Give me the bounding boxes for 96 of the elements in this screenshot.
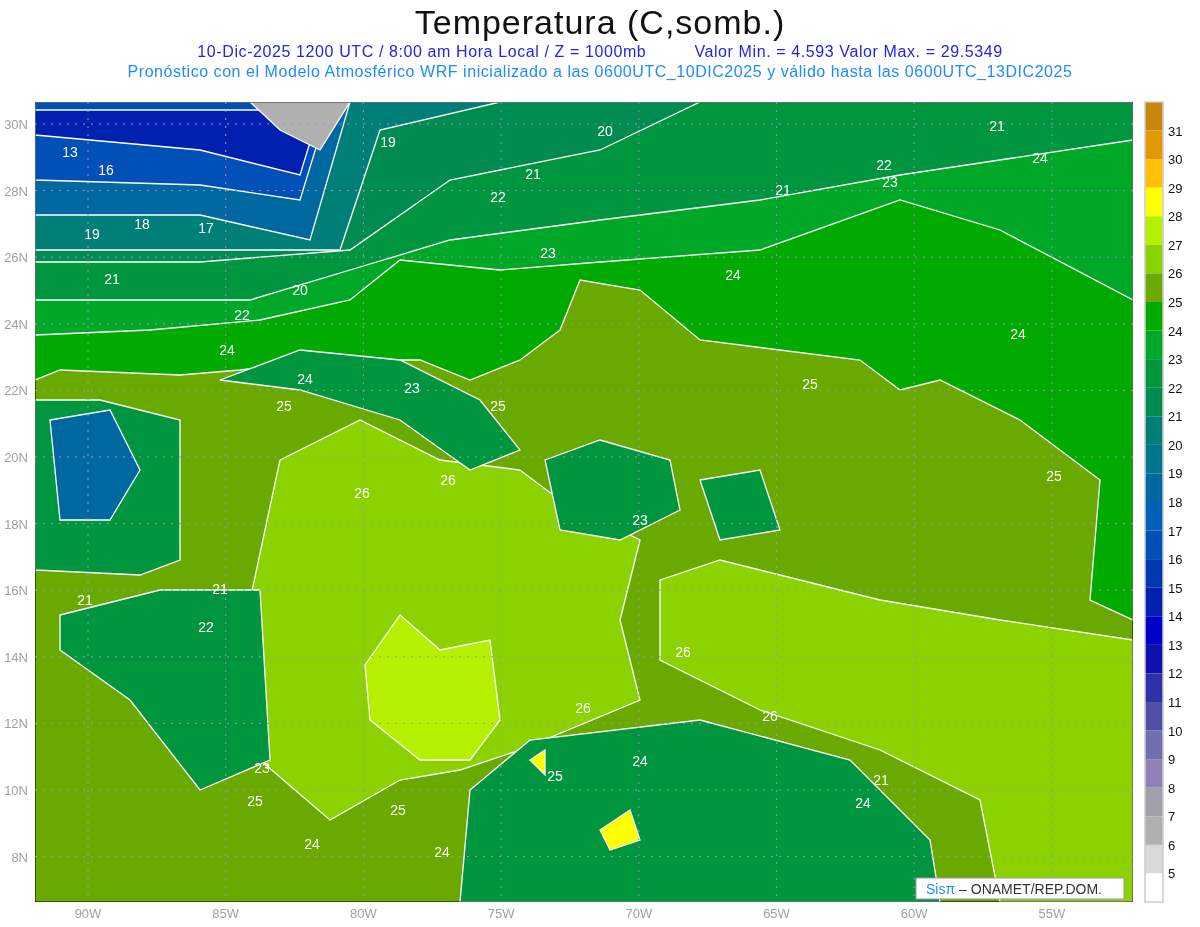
latitude-label: 14N <box>4 649 28 665</box>
latitude-label: 18N <box>4 516 28 532</box>
contour-label: 23 <box>404 380 420 396</box>
valid-time: 10-Dic-2025 1200 UTC / 8:00 am Hora Local / Z = 1000mb <box>197 42 647 62</box>
contour-label: 20 <box>597 123 613 139</box>
longitude-label: 65W <box>763 906 790 921</box>
contour-label: 26 <box>675 644 691 660</box>
colorbar-label: 30 <box>1168 152 1183 168</box>
value-extremes: Valor Min. = 4.593 Valor Max. = 29.5349 <box>694 42 1003 62</box>
latitude-label: 22N <box>4 383 28 399</box>
credit-label: Sisπ – ONAMET/REP.DOM. <box>915 877 1125 900</box>
contour-label: 23 <box>882 174 898 190</box>
colorbar-label: 9 <box>1168 752 1176 768</box>
contour-label: 25 <box>276 398 292 414</box>
contour-label: 21 <box>104 271 120 287</box>
contour-label: 20 <box>292 282 308 298</box>
contour-label: 23 <box>254 760 270 776</box>
contour-label: 25 <box>547 768 563 784</box>
contour-label: 25 <box>490 398 506 414</box>
colorbar-label: 8 <box>1168 780 1176 796</box>
chart-title: Temperatura (C,somb.) <box>414 2 786 42</box>
contour-label: 19 <box>380 134 396 150</box>
contour-label: 23 <box>632 512 648 528</box>
colorbar-label: 26 <box>1168 266 1183 282</box>
contour-label: 24 <box>219 342 235 358</box>
contour-label: 22 <box>198 619 214 635</box>
colorbar-label: 25 <box>1168 295 1183 310</box>
colorbar-label: 13 <box>1168 637 1183 653</box>
longitude-label: 60W <box>900 906 928 921</box>
colorbar-label: 16 <box>1168 552 1183 568</box>
colorbar-label: 10 <box>1168 723 1183 739</box>
contour-label: 21 <box>989 118 1005 134</box>
contour-label: 24 <box>725 267 741 283</box>
contour-label: 24 <box>1032 150 1048 166</box>
longitude-label: 90W <box>74 906 102 921</box>
contour-label: 13 <box>62 144 78 160</box>
colorbar-label: 12 <box>1168 666 1183 682</box>
contour-label: 16 <box>98 162 114 178</box>
contour-label: 25 <box>247 793 263 809</box>
contour-label: 21 <box>525 166 541 182</box>
contour-label: 26 <box>575 700 591 716</box>
contour-label: 17 <box>198 220 214 236</box>
colorbar-label: 7 <box>1168 809 1176 825</box>
latitude-label: 10N <box>4 783 28 798</box>
latitude-label: 26N <box>4 250 28 266</box>
contour-label: 22 <box>234 307 250 323</box>
latitude-label: 30N <box>4 117 28 132</box>
contour-label: 21 <box>873 772 889 788</box>
colorbar-label: 31 <box>1168 123 1183 139</box>
contour-label: 25 <box>802 376 818 392</box>
contour-label: 21 <box>77 592 93 608</box>
colorbar-label: 19 <box>1168 466 1183 482</box>
colorbar-label: 5 <box>1168 866 1176 882</box>
contour-label: 25 <box>390 802 406 818</box>
contour-label: 22 <box>490 189 506 205</box>
contour-label: 25 <box>1046 468 1062 484</box>
colorbar-label: 6 <box>1168 837 1176 853</box>
colorbar-label: 18 <box>1168 495 1183 510</box>
colorbar-label: 11 <box>1168 695 1182 710</box>
colorbar-label: 21 <box>1168 409 1183 425</box>
latitude-label: 20N <box>4 450 28 465</box>
colorbar-label: 27 <box>1168 237 1183 253</box>
contour-label: 24 <box>632 753 648 769</box>
contour-label: 24 <box>434 844 450 860</box>
colorbar-label: 29 <box>1168 180 1183 196</box>
longitude-label: 75W <box>487 906 515 921</box>
contour-label: 23 <box>540 245 556 261</box>
contour-label: 24 <box>855 795 871 811</box>
colorbar-label: 17 <box>1168 523 1183 539</box>
latitude-label: 24N <box>4 316 28 332</box>
colorbar-label: 22 <box>1168 380 1183 396</box>
colorbar-label: 23 <box>1168 352 1183 368</box>
contour-label: 26 <box>440 472 456 488</box>
contour-label: 24 <box>297 371 313 387</box>
model-info: Pronóstico con el Modelo Atmosférico WRF inicializado a las 0600UTC_10DIC2025 y válido hasta las 0600UTC_13DIC2025 <box>127 62 1073 82</box>
longitude-label: 85W <box>212 906 240 921</box>
contour-label: 21 <box>212 581 228 597</box>
longitude-label: 80W <box>350 906 377 921</box>
colorbar-label: 15 <box>1168 580 1183 596</box>
colorbar-label: 28 <box>1168 209 1183 225</box>
latitude-label: 16N <box>4 583 28 599</box>
colorbar-label: 24 <box>1168 323 1183 339</box>
latitude-label: 12N <box>4 716 28 732</box>
latitude-label: 28N <box>4 183 28 199</box>
contour-label: 21 <box>775 182 791 198</box>
colorbar-label: 14 <box>1168 609 1183 625</box>
contour-label: 18 <box>134 216 150 232</box>
latitude-label: 8N <box>11 849 28 865</box>
contour-label: 24 <box>1010 326 1026 342</box>
contour-label: 22 <box>876 157 892 173</box>
longitude-label: 55W <box>1038 906 1066 921</box>
contour-label: 24 <box>304 836 320 852</box>
contour-label: 26 <box>354 485 370 501</box>
longitude-label: 70W <box>625 906 653 921</box>
contour-label: 19 <box>84 226 100 242</box>
colorbar-label: 20 <box>1168 437 1183 453</box>
